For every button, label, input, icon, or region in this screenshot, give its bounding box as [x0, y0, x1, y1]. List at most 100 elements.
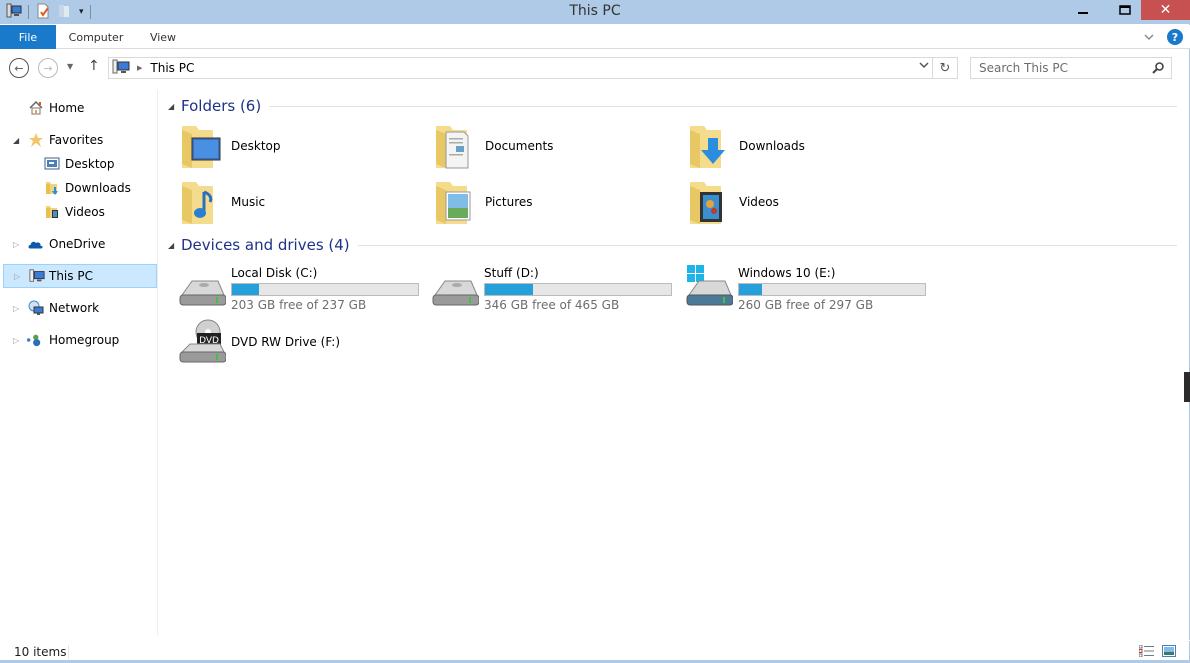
folder-tile-desktop[interactable]: Desktop [160, 122, 410, 176]
network-icon [28, 300, 44, 316]
close-button[interactable]: ✕ [1141, 0, 1190, 20]
hard-drive-icon [431, 267, 480, 315]
refresh-button[interactable]: ↻ [932, 57, 958, 79]
drive-tile-f[interactable]: DVD DVD RW Drive (F:) [160, 318, 410, 372]
sidebar-item-downloads[interactable]: Downloads [0, 177, 158, 199]
videos-folder-icon [44, 204, 60, 220]
tab-view[interactable]: View [140, 25, 186, 49]
scrollbar-thumb[interactable] [1184, 372, 1190, 402]
folders-group-header[interactable]: ◢ Folders (6) [160, 95, 1177, 117]
maximize-button[interactable] [1110, 0, 1140, 20]
search-icon[interactable] [1151, 61, 1165, 78]
close-icon: ✕ [1159, 2, 1172, 18]
drive-name: Windows 10 (E:) [738, 266, 836, 280]
drives-group-header[interactable]: ◢ Devices and drives (4) [160, 234, 1177, 256]
folder-tile-downloads[interactable]: Downloads [668, 122, 918, 176]
window-title: This PC [569, 3, 621, 19]
drive-free-space: 346 GB free of 465 GB [484, 298, 620, 312]
address-bar[interactable]: ▶ This PC [108, 57, 933, 79]
navigation-pane: Home ◢ Favorites Desktop Downloads Video… [0, 90, 158, 636]
search-box[interactable] [970, 57, 1172, 79]
up-button[interactable]: ↑ [88, 58, 100, 74]
desktop-icon [44, 156, 60, 172]
sidebar-item-desktop[interactable]: Desktop [0, 153, 158, 175]
folder-name: Videos [739, 195, 779, 209]
sidebar-item-label: Downloads [65, 181, 131, 195]
pictures-folder-icon [432, 178, 480, 226]
details-view-button[interactable] [1139, 644, 1155, 658]
group-divider [181, 106, 1177, 107]
sidebar-item-label: Network [49, 301, 100, 315]
folder-tile-videos[interactable]: Videos [668, 178, 918, 232]
sidebar-item-label: OneDrive [49, 237, 106, 251]
onedrive-icon [28, 236, 44, 252]
content-pane: ◢ Folders (6) Desktop Documents Download… [160, 90, 1182, 636]
minimize-button[interactable] [1066, 0, 1100, 20]
homegroup-icon [26, 332, 42, 348]
large-icons-view-button[interactable] [1161, 644, 1177, 658]
drive-tile-c[interactable]: Local Disk (C:) 203 GB free of 237 GB [160, 263, 430, 317]
breadcrumb-this-pc[interactable]: This PC [150, 61, 194, 75]
folder-name: Downloads [739, 139, 805, 153]
drive-tile-d[interactable]: Stuff (D:) 346 GB free of 465 GB [413, 263, 683, 317]
folder-name: Desktop [231, 139, 281, 153]
downloads-folder-icon [44, 180, 60, 196]
minimize-icon [1078, 12, 1088, 14]
sidebar-item-videos[interactable]: Videos [0, 201, 158, 223]
music-folder-icon [178, 178, 226, 226]
tab-file[interactable]: File [0, 25, 56, 49]
expand-icon[interactable]: ▷ [13, 304, 23, 313]
sidebar-item-label: Desktop [65, 157, 115, 171]
collapse-icon[interactable]: ◢ [168, 241, 174, 250]
back-button[interactable]: ← [9, 58, 29, 78]
maximize-icon [1119, 5, 1131, 15]
drive-free-space: 203 GB free of 237 GB [231, 298, 367, 312]
folder-tile-pictures[interactable]: Pictures [414, 178, 664, 232]
drive-usage-bar [231, 283, 419, 296]
collapse-icon[interactable]: ◢ [168, 102, 174, 111]
folder-tile-documents[interactable]: Documents [414, 122, 664, 176]
expand-icon[interactable]: ▷ [13, 240, 23, 249]
refresh-icon: ↻ [939, 60, 951, 76]
expand-icon[interactable]: ▷ [13, 336, 23, 345]
computer-icon [29, 268, 45, 284]
desktop-folder-icon [178, 122, 226, 170]
folder-name: Music [231, 195, 266, 209]
chevron-down-icon [919, 62, 929, 69]
drive-tile-e[interactable]: Windows 10 (E:) 260 GB free of 297 GB [667, 263, 937, 317]
drive-usage-fill [232, 284, 259, 295]
sidebar-item-onedrive[interactable]: ▷ OneDrive [0, 233, 158, 255]
sidebar-item-label: This PC [49, 269, 93, 283]
help-icon: ? [1171, 30, 1179, 44]
help-button[interactable]: ? [1167, 29, 1183, 45]
sidebar-item-this-pc[interactable]: ▷ This PC [3, 264, 157, 288]
expand-ribbon-button[interactable] [1144, 31, 1154, 44]
folder-tile-music[interactable]: Music [160, 178, 410, 232]
sidebar-item-favorites[interactable]: ◢ Favorites [0, 129, 158, 151]
drive-free-space: 260 GB free of 297 GB [738, 298, 874, 312]
drive-usage-fill [485, 284, 533, 295]
recent-locations-button[interactable]: ▼ [67, 62, 73, 71]
address-dropdown-button[interactable] [919, 61, 929, 72]
drive-name: Local Disk (C:) [231, 266, 318, 280]
details-view-icon [1139, 645, 1154, 657]
sidebar-item-label: Favorites [49, 133, 104, 147]
expand-icon[interactable]: ▷ [14, 272, 24, 281]
tab-computer[interactable]: Computer [62, 25, 130, 49]
breadcrumb-separator-icon[interactable]: ▶ [137, 64, 142, 72]
chevron-down-icon: ▼ [67, 62, 74, 71]
arrow-left-icon: ← [14, 61, 24, 75]
collapse-icon[interactable]: ◢ [13, 136, 23, 145]
ribbon-tabs: File Computer View ? [0, 25, 1190, 49]
sidebar-item-network[interactable]: ▷ Network [0, 297, 158, 319]
sidebar-item-home[interactable]: Home [0, 97, 158, 119]
group-title: Devices and drives (4) [181, 236, 358, 254]
forward-button[interactable]: → [38, 58, 58, 78]
arrow-right-icon: → [43, 61, 53, 75]
sidebar-item-homegroup[interactable]: ▷ Homegroup [0, 329, 158, 351]
sidebar-item-label: Home [49, 101, 85, 115]
arrow-up-icon: ↑ [88, 58, 100, 74]
sidebar-item-label: Homegroup [49, 333, 120, 347]
search-input[interactable] [979, 61, 1149, 75]
navigation-bar: ← → ▼ ↑ ▶ This PC ↻ [0, 50, 1190, 86]
